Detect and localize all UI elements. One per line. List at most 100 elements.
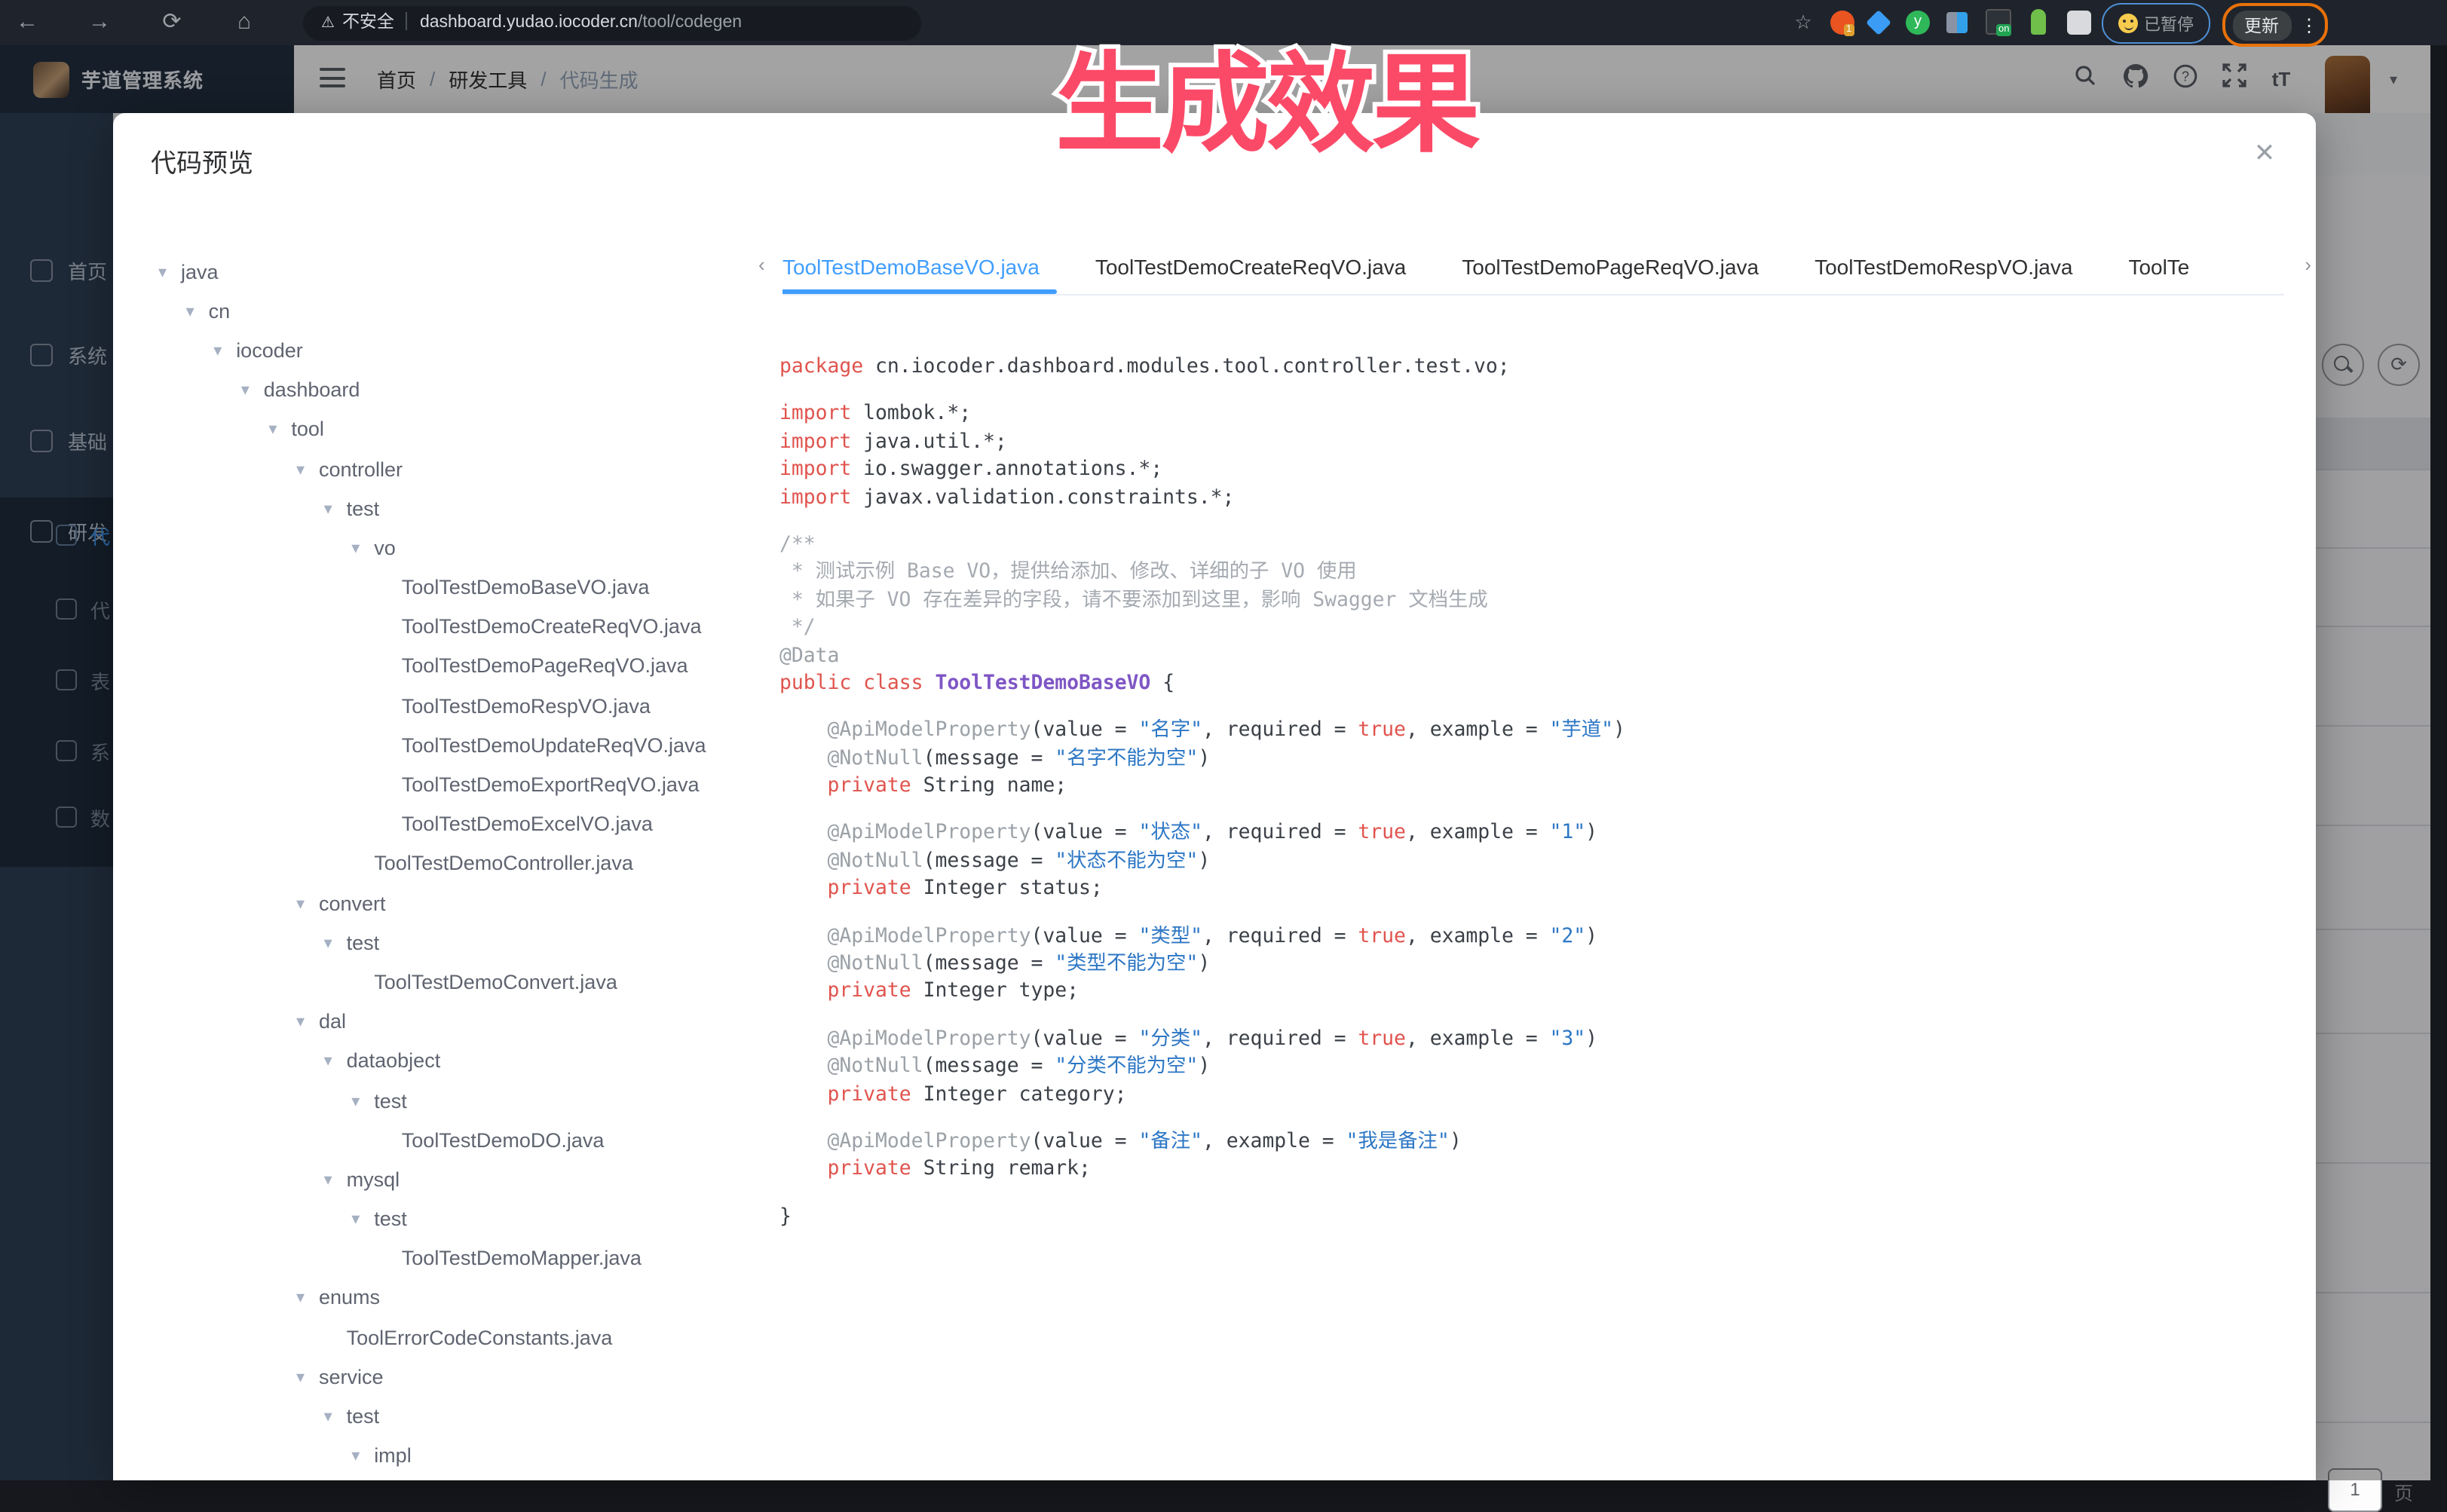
- file-tab[interactable]: ToolTestDemoBaseVO.java: [782, 243, 1040, 294]
- grid-extension-icon[interactable]: [1946, 12, 1968, 33]
- puzzle-extension-icon[interactable]: [2067, 11, 2091, 35]
- tree-node-label: ToolTestDemoExportReqVO.java: [402, 773, 700, 796]
- tree-expand-caret-icon[interactable]: ▾: [241, 380, 264, 399]
- tree-file-row[interactable]: ToolTestDemoCreateReqVO.java: [113, 607, 761, 646]
- bookmark-star-icon[interactable]: ☆: [1787, 0, 1820, 45]
- ubuntu-extension-icon[interactable]: 1: [1830, 11, 1854, 35]
- tree-folder-row[interactable]: ▾iocoder: [113, 331, 761, 370]
- tree-folder-row[interactable]: ▾vo: [113, 528, 761, 568]
- code-blank-line: [779, 1185, 2302, 1204]
- tabs-scroll-right-icon[interactable]: ›: [2305, 253, 2311, 276]
- tree-expand-caret-icon[interactable]: ▾: [351, 1446, 374, 1465]
- tree-expand-caret-icon[interactable]: ▾: [158, 262, 181, 281]
- code-token: ): [1613, 720, 1625, 742]
- browser-reload-icon[interactable]: ⟳: [155, 0, 188, 45]
- tree-expand-caret-icon[interactable]: ▾: [296, 1012, 319, 1031]
- tree-folder-row[interactable]: ▾controller: [113, 449, 761, 488]
- browser-back-icon[interactable]: ←: [11, 0, 44, 45]
- tree-folder-row[interactable]: ▾impl: [113, 1436, 761, 1475]
- tree-folder-row[interactable]: ▾convert: [113, 883, 761, 923]
- code-token: ): [1585, 1028, 1597, 1051]
- screenshot-stage: ← → ⟳ ⌂ ⚠不安全dashboard.yudao.iocoder.cn/t…: [0, 0, 2447, 1480]
- code-blank-line: [779, 699, 2302, 718]
- tree-expand-caret-icon[interactable]: ▾: [296, 893, 319, 913]
- code-line: package cn.iocoder.dashboard.modules.too…: [779, 354, 2302, 382]
- tree-folder-row[interactable]: ▾dataobject: [113, 1042, 761, 1081]
- browser-home-icon[interactable]: ⌂: [228, 0, 261, 45]
- tree-expand-caret-icon[interactable]: ▾: [296, 1367, 319, 1387]
- tampermonkey-on-extension-icon[interactable]: on: [1986, 9, 2011, 35]
- tree-folder-row[interactable]: ▾test: [113, 923, 761, 962]
- tree-folder-row[interactable]: ▾test: [113, 1397, 761, 1436]
- file-tab[interactable]: ToolTestDemoRespVO.java: [1815, 243, 2072, 294]
- tree-expand-caret-icon[interactable]: ▾: [324, 933, 347, 953]
- tree-folder-row[interactable]: ▾cn: [113, 291, 761, 330]
- green-plant-extension-icon[interactable]: [2031, 9, 2046, 35]
- tree-expand-caret-icon[interactable]: ▾: [351, 1209, 374, 1229]
- file-tab[interactable]: ToolTestDemoPageReqVO.java: [1462, 243, 1759, 294]
- tree-expand-caret-icon[interactable]: ▾: [186, 301, 209, 321]
- tree-file-row[interactable]: ToolTestDemoMapper.java: [113, 1238, 761, 1278]
- tree-folder-row[interactable]: ▾java: [113, 252, 761, 291]
- code-blank-line: [779, 904, 2302, 923]
- file-tab[interactable]: ToolTestDemoCreateReqVO.java: [1095, 243, 1406, 294]
- tree-expand-caret-icon[interactable]: ▾: [296, 459, 319, 479]
- code-token: @ApiModelProperty: [828, 1131, 1031, 1153]
- tree-node-label: convert: [319, 892, 386, 914]
- tree-folder-row[interactable]: ▾test: [113, 488, 761, 528]
- code-token: @NotNull: [828, 953, 923, 975]
- code-token: "2": [1550, 925, 1586, 947]
- tree-expand-caret-icon[interactable]: ▾: [324, 1406, 347, 1426]
- tree-file-row[interactable]: ToolTestDemoController.java: [113, 844, 761, 883]
- tree-folder-row[interactable]: ▾test: [113, 1199, 761, 1238]
- tree-file-row[interactable]: ToolTestDemoExportReqVO.java: [113, 765, 761, 804]
- tree-file-row[interactable]: ToolTestDemoDO.java: [113, 1120, 761, 1159]
- code-editor-pane[interactable]: package cn.iocoder.dashboard.modules.too…: [779, 354, 2302, 1470]
- profile-paused-badge[interactable]: 已暂停: [2102, 3, 2210, 44]
- tree-file-row[interactable]: ToolTestDemoBaseVO.java: [113, 568, 761, 607]
- code-token: [779, 720, 828, 742]
- browser-menu-icon[interactable]: ⋮: [2300, 14, 2318, 35]
- tree-expand-caret-icon[interactable]: ▾: [324, 1170, 347, 1189]
- tree-file-row[interactable]: ToolTestDemoExcelVO.java: [113, 804, 761, 843]
- code-token: io.swagger.annotations.*;: [851, 458, 1162, 481]
- green-y-extension-icon[interactable]: y: [1906, 11, 1930, 35]
- file-tab[interactable]: ToolTe: [2128, 243, 2189, 294]
- browser-forward-icon[interactable]: →: [83, 0, 116, 45]
- code-line: @NotNull(message = "类型不能为空"): [779, 951, 2302, 979]
- tree-expand-caret-icon[interactable]: ▾: [351, 538, 374, 558]
- tree-expand-caret-icon[interactable]: ▾: [324, 1051, 347, 1071]
- tree-expand-caret-icon[interactable]: ▾: [324, 498, 347, 518]
- tree-node-label: test: [374, 1089, 407, 1112]
- tree-file-row[interactable]: ToolTestDemoUpdateReqVO.java: [113, 726, 761, 765]
- tree-expand-caret-icon[interactable]: ▾: [296, 1288, 319, 1308]
- tree-file-row[interactable]: ToolErrorCodeConstants.java: [113, 1318, 761, 1357]
- code-line: private String name;: [779, 773, 2302, 801]
- tree-folder-row[interactable]: ▾dashboard: [113, 370, 761, 409]
- tree-folder-row[interactable]: ▾tool: [113, 410, 761, 449]
- tree-file-row[interactable]: ToolTestDemoConvert.java: [113, 963, 761, 1002]
- code-token: , required =: [1202, 925, 1358, 947]
- browser-update-button[interactable]: 更新: [2232, 10, 2291, 40]
- blue-gem-extension-icon[interactable]: [1866, 10, 1891, 35]
- security-label[interactable]: 不安全: [342, 13, 394, 31]
- tree-folder-row[interactable]: ▾service: [113, 1357, 761, 1397]
- code-token: true: [1358, 925, 1406, 947]
- tree-folder-row[interactable]: ▾dal: [113, 1002, 761, 1041]
- tree-expand-caret-icon[interactable]: ▾: [351, 1091, 374, 1110]
- tree-expand-caret-icon[interactable]: ▾: [213, 341, 236, 360]
- code-token: true: [1358, 720, 1406, 742]
- tree-file-row[interactable]: ToolTestDemoPageReqVO.java: [113, 647, 761, 686]
- close-icon[interactable]: ✕: [2249, 139, 2280, 169]
- tree-node-label: ToolTestDemoRespVO.java: [402, 694, 651, 717]
- code-token: lombok.*;: [851, 403, 971, 426]
- tabs-scroll-left-icon[interactable]: ‹: [758, 253, 765, 276]
- address-bar[interactable]: ⚠不安全dashboard.yudao.iocoder.cn/tool/code…: [303, 5, 921, 40]
- code-token: @Data: [779, 644, 839, 667]
- tree-file-row[interactable]: ToolTestDemoServiceImpl.java: [113, 1476, 761, 1480]
- tree-file-row[interactable]: ToolTestDemoRespVO.java: [113, 686, 761, 725]
- tree-folder-row[interactable]: ▾enums: [113, 1278, 761, 1318]
- tree-folder-row[interactable]: ▾mysql: [113, 1160, 761, 1199]
- tree-folder-row[interactable]: ▾test: [113, 1081, 761, 1120]
- tree-expand-caret-icon[interactable]: ▾: [268, 420, 291, 439]
